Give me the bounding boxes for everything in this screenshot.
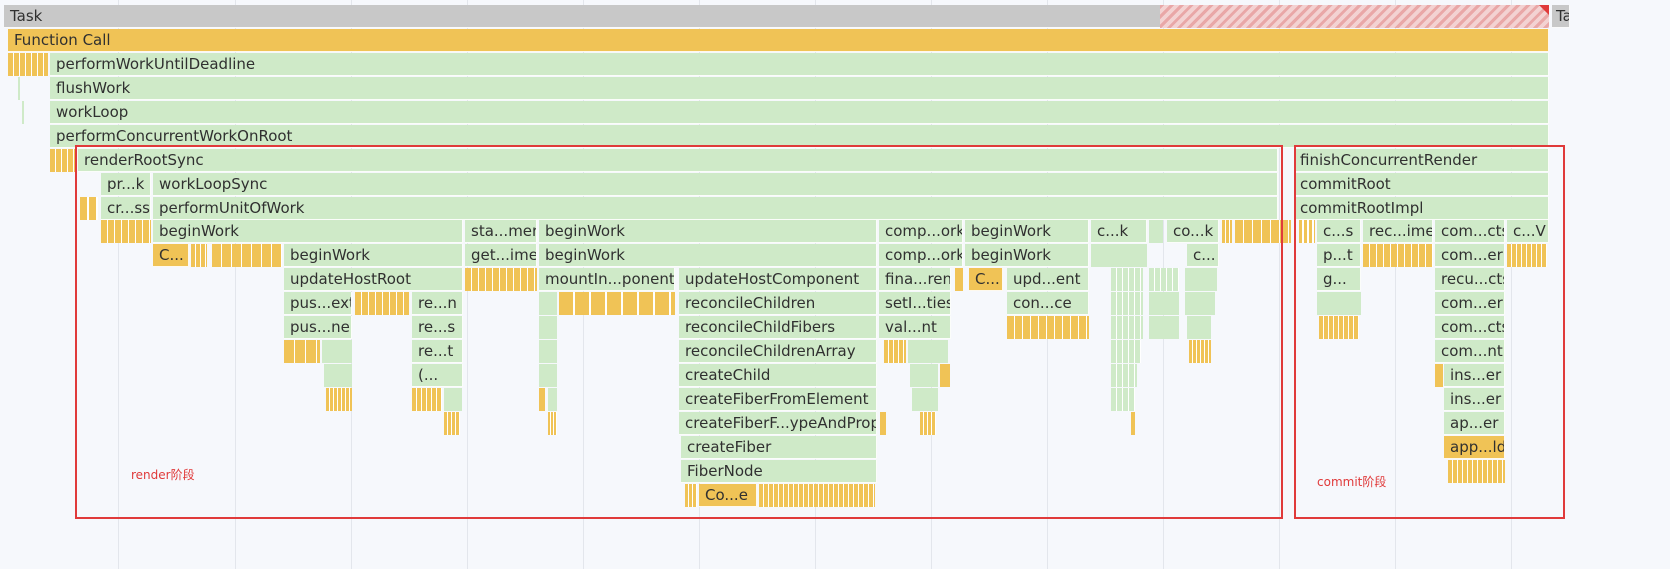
perform-work-until-deadline-bar[interactable]: performWorkUntilDeadline [50,53,1549,76]
render-phase-label: render阶段 [131,468,195,482]
task-bar-next[interactable]: Ta [1552,5,1570,28]
task-label: Task [10,7,43,25]
render-phase-box [75,145,1283,519]
thin-bar[interactable] [22,101,24,124]
function-call-bar[interactable]: Function Call [8,29,1549,52]
idle-hatch [1160,5,1549,28]
flush-work-bar[interactable]: flushWork [50,77,1549,100]
work-loop-bar[interactable]: workLoop [50,101,1549,124]
event-strip[interactable] [8,53,48,76]
commit-phase-box [1294,145,1565,519]
event-strip[interactable] [50,149,76,172]
long-task-marker [1539,5,1549,15]
flame-chart[interactable]: Task Ta Function Call performWorkUntilDe… [0,0,1670,569]
commit-phase-label: commit阶段 [1317,475,1387,489]
thin-bar[interactable] [18,77,20,100]
